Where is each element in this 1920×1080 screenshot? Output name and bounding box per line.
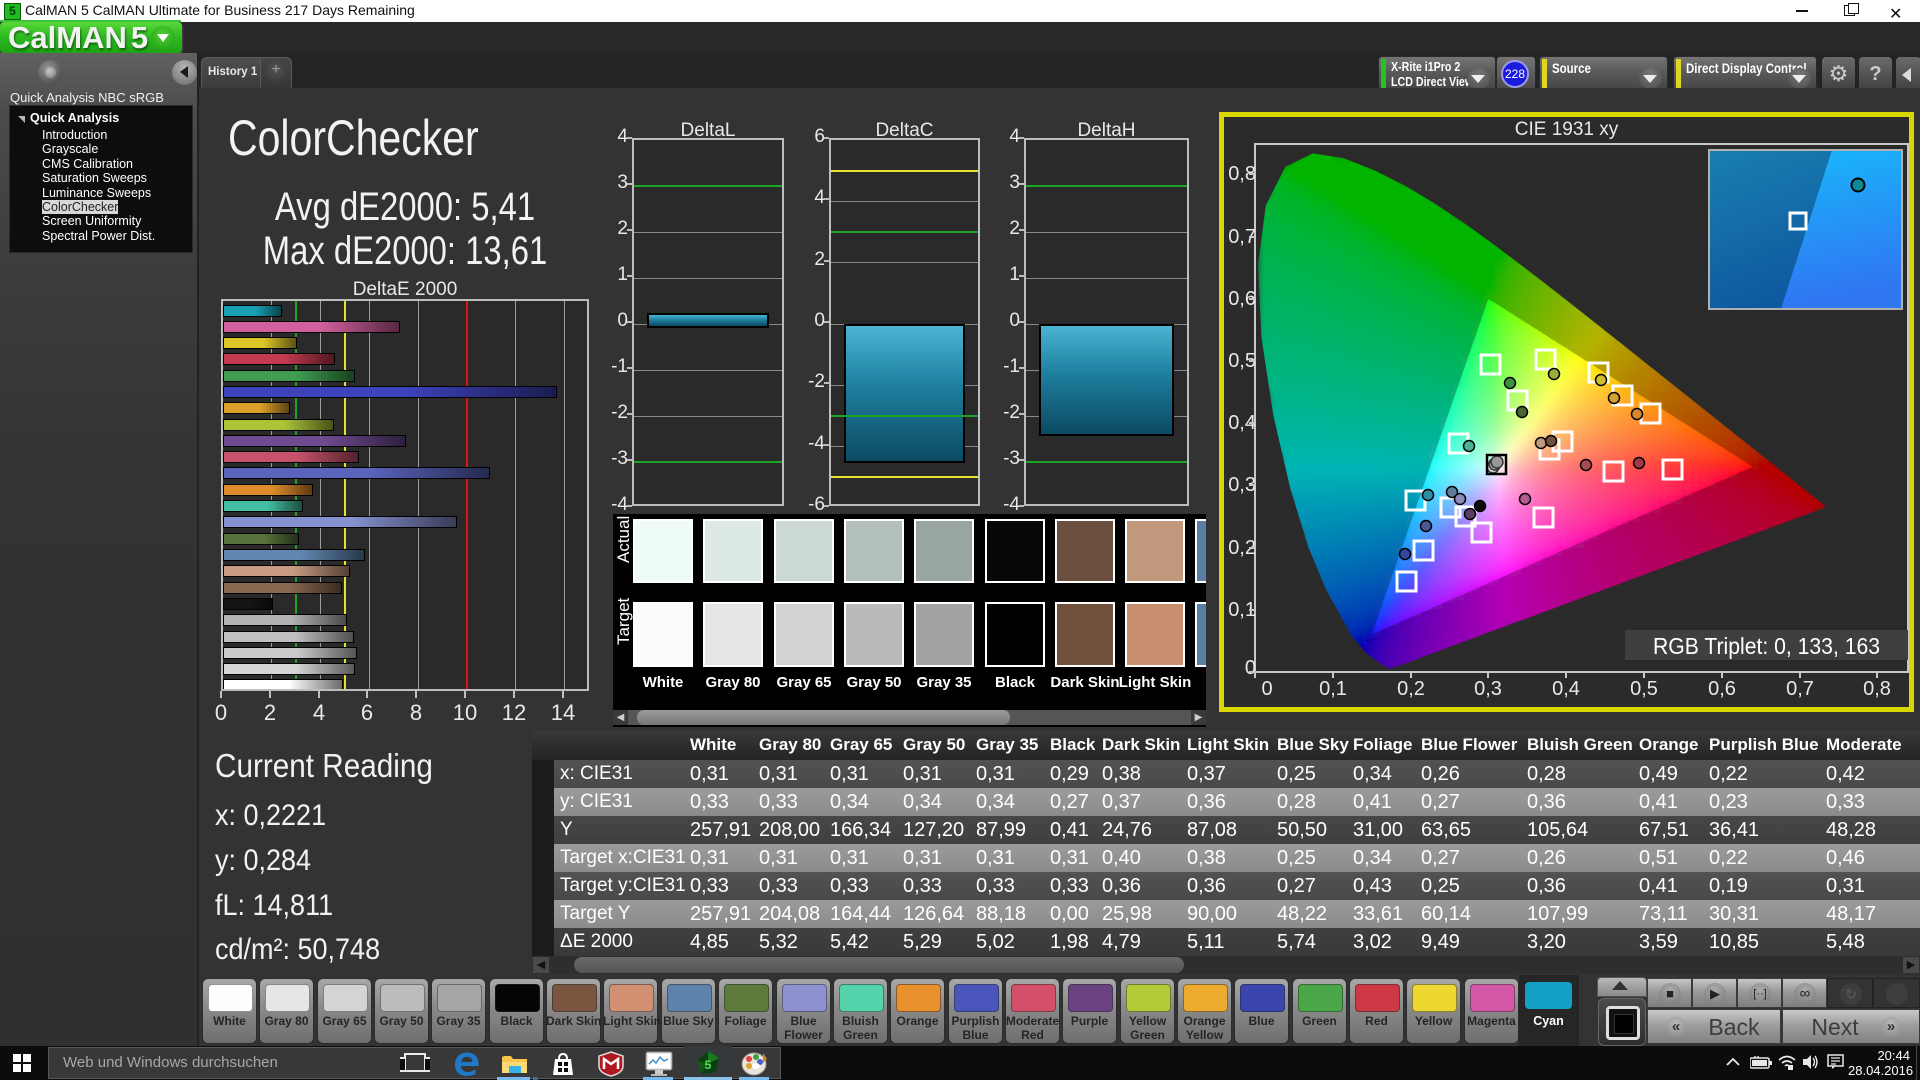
svg-text:5: 5 bbox=[705, 1058, 712, 1072]
